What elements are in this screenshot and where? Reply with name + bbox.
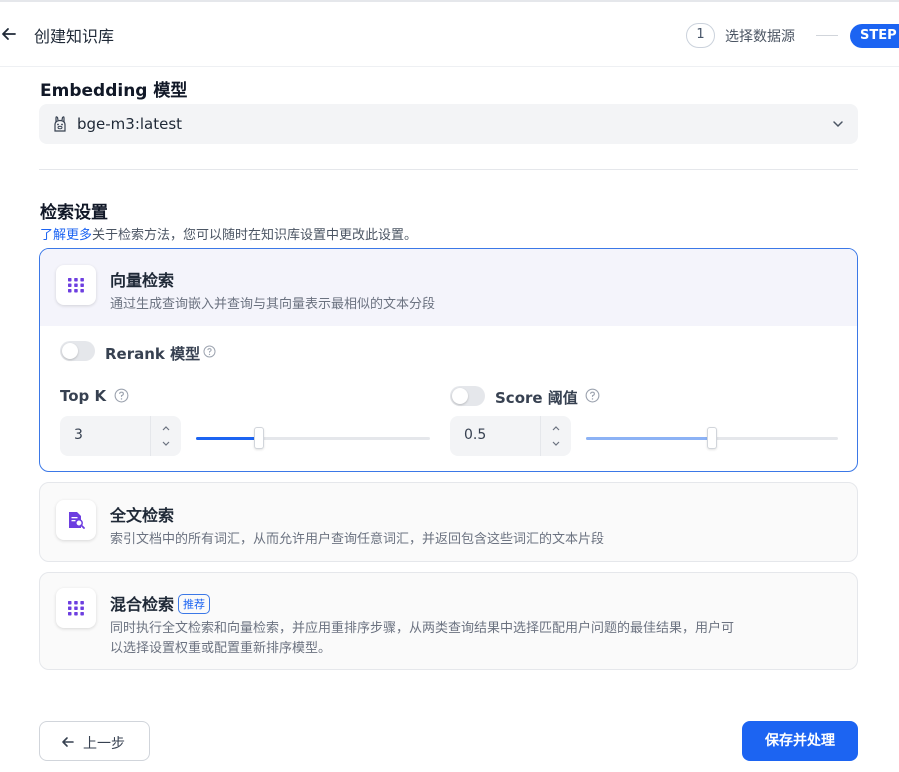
full-text-search-title: 全文检索	[110, 506, 175, 525]
full-text-search-description: 索引文档中的所有词汇，从而允许用户查询任意词汇，并返回包含这些词汇的文本片段	[110, 532, 605, 547]
full-text-search-card[interactable]: 全文检索 索引文档中的所有词汇，从而允许用户查询任意词汇，并返回包含这些词汇的文…	[39, 482, 858, 562]
grid-dots-icon	[68, 601, 84, 616]
retrieval-description: 了解更多关于检索方法，您可以随时在知识库设置中更改此设置。	[40, 224, 417, 243]
help-icon[interactable]	[114, 388, 129, 403]
step-1-number: 1	[686, 23, 715, 48]
step-1-label: 选择数据源	[725, 29, 795, 45]
hybrid-search-icon-box	[56, 588, 96, 628]
top-bar: 创建知识库 1 选择数据源 STEP 2	[0, 0, 899, 67]
chevron-up-icon[interactable]	[160, 423, 172, 433]
slider-thumb[interactable]	[254, 427, 265, 449]
top-k-slider[interactable]	[196, 427, 430, 449]
back-arrow-icon[interactable]	[0, 24, 20, 44]
recommended-badge: 推荐	[178, 594, 211, 614]
score-threshold-slider[interactable]	[586, 427, 838, 449]
hybrid-search-description-line-2: 以选择设置权重或配置重新排序模型。	[110, 641, 332, 656]
full-text-search-icon-box	[56, 500, 96, 540]
embedding-model-select[interactable]: bge-m3:latest	[39, 104, 858, 144]
score-threshold-input[interactable]: 0.5	[450, 416, 571, 456]
chevron-down-icon	[833, 121, 843, 128]
score-threshold-value: 0.5	[464, 427, 487, 443]
chevron-up-icon[interactable]	[550, 423, 562, 433]
learn-more-link[interactable]: 了解更多	[40, 228, 92, 243]
document-search-icon	[69, 512, 85, 529]
top-k-value: 3	[74, 427, 83, 443]
llama-model-icon	[54, 116, 66, 132]
vector-search-icon-box	[56, 265, 96, 305]
previous-step-label: 上一步	[83, 736, 125, 752]
stepper-divider	[150, 416, 151, 456]
top-k-input[interactable]: 3	[60, 416, 181, 456]
selected-model-value: bge-m3:latest	[77, 115, 183, 133]
grid-dots-icon	[68, 278, 84, 293]
hybrid-search-description-line-1: 同时执行全文检索和向量检索，并应用重排序步骤，从两类查询结果中选择匹配用户问题的…	[110, 621, 735, 636]
vector-search-card[interactable]: 向量检索 通过生成查询嵌入并查询与其向量表示最相似的文本分段 Rerank 模型…	[39, 248, 858, 472]
embedding-model-label: Embedding 模型	[40, 81, 188, 101]
chevron-down-icon[interactable]	[160, 439, 172, 449]
help-icon[interactable]	[203, 345, 216, 358]
rerank-model-label: Rerank 模型	[105, 345, 201, 363]
vector-search-title: 向量检索	[110, 271, 175, 290]
previous-step-button[interactable]: 上一步	[39, 721, 150, 761]
stepper-divider	[540, 416, 541, 456]
page-title: 创建知识库	[34, 27, 115, 46]
help-icon[interactable]	[585, 388, 600, 403]
hybrid-search-title: 混合检索	[110, 595, 175, 614]
score-threshold-label: Score 阈值	[495, 389, 578, 407]
score-threshold-toggle[interactable]	[450, 386, 485, 406]
vector-search-description: 通过生成查询嵌入并查询与其向量表示最相似的文本分段	[110, 297, 436, 312]
section-divider	[39, 169, 858, 170]
retrieval-description-text: 关于检索方法，您可以随时在知识库设置中更改此设置。	[92, 228, 418, 243]
hybrid-search-title-row: 混合检索 推荐	[110, 591, 211, 615]
rerank-toggle[interactable]	[60, 341, 95, 361]
slider-fill	[196, 437, 260, 440]
save-and-process-button[interactable]: 保存并处理	[742, 721, 858, 761]
hybrid-search-card[interactable]: 混合检索 推荐 同时执行全文检索和向量检索，并应用重排序步骤，从两类查询结果中选择…	[39, 572, 858, 670]
step-2-label: STEP 2	[850, 24, 899, 48]
slider-fill	[586, 437, 712, 440]
arrow-left-icon	[62, 737, 74, 747]
chevron-down-icon[interactable]	[550, 439, 562, 449]
retrieval-settings-label: 检索设置	[40, 203, 108, 223]
vector-search-card-header: 向量检索 通过生成查询嵌入并查询与其向量表示最相似的文本分段	[40, 249, 857, 326]
top-k-label: Top K	[60, 387, 107, 405]
slider-thumb[interactable]	[707, 427, 717, 449]
step-connector	[816, 35, 838, 36]
